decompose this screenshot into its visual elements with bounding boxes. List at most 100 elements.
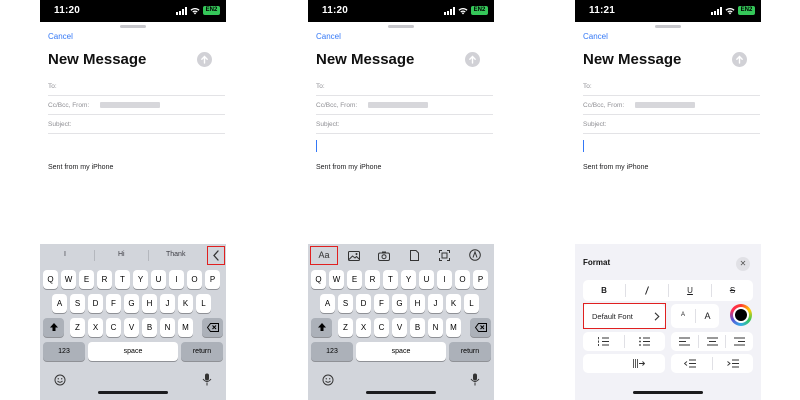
key-z[interactable]: Z (70, 318, 85, 337)
bold-button[interactable]: B (583, 286, 625, 295)
cancel-button[interactable]: Cancel (583, 32, 608, 41)
key-w[interactable]: W (61, 270, 76, 289)
cc-from-field[interactable]: Cc/Bcc, From: (583, 96, 760, 115)
key-g[interactable]: G (392, 294, 407, 313)
key-q[interactable]: Q (43, 270, 58, 289)
key-r[interactable]: R (97, 270, 112, 289)
subject-field[interactable]: Subject: (48, 115, 225, 134)
key-f[interactable]: F (106, 294, 121, 313)
key-n[interactable]: N (428, 318, 443, 337)
key-w[interactable]: W (329, 270, 344, 289)
key-u[interactable]: U (151, 270, 166, 289)
key-o[interactable]: O (455, 270, 470, 289)
cancel-button[interactable]: Cancel (316, 32, 341, 41)
key-r[interactable]: R (365, 270, 380, 289)
key-m[interactable]: M (178, 318, 193, 337)
subject-field[interactable]: Subject: (316, 115, 493, 134)
key-h[interactable]: H (410, 294, 425, 313)
key-f[interactable]: F (374, 294, 389, 313)
cancel-button[interactable]: Cancel (48, 32, 73, 41)
backspace-key[interactable] (470, 318, 491, 337)
space-key[interactable]: space (88, 342, 178, 361)
key-u[interactable]: U (419, 270, 434, 289)
return-key[interactable]: return (449, 342, 491, 361)
send-button[interactable] (732, 52, 747, 67)
sheet-grabber[interactable] (120, 25, 146, 28)
align-right-icon[interactable] (734, 337, 745, 346)
scan-icon[interactable] (439, 250, 450, 261)
key-h[interactable]: H (142, 294, 157, 313)
key-t[interactable]: T (115, 270, 130, 289)
key-m[interactable]: M (446, 318, 461, 337)
emoji-icon[interactable] (322, 374, 334, 386)
key-b[interactable]: B (410, 318, 425, 337)
space-key[interactable]: space (356, 342, 446, 361)
send-button[interactable] (197, 52, 212, 67)
cc-from-field[interactable]: Cc/Bcc, From: (316, 96, 493, 115)
home-indicator[interactable] (633, 391, 703, 394)
key-p[interactable]: P (473, 270, 488, 289)
return-key[interactable]: return (181, 342, 223, 361)
send-button[interactable] (465, 52, 480, 67)
subject-field[interactable]: Subject: (583, 115, 760, 134)
bulleted-list-icon[interactable] (639, 337, 650, 346)
microphone-icon[interactable] (470, 373, 480, 386)
align-left-icon[interactable] (679, 337, 690, 346)
cc-from-field[interactable]: Cc/Bcc, From: (48, 96, 225, 115)
key-i[interactable]: I (169, 270, 184, 289)
key-d[interactable]: D (88, 294, 103, 313)
key-q[interactable]: Q (311, 270, 326, 289)
key-d[interactable]: D (356, 294, 371, 313)
home-indicator[interactable] (98, 391, 168, 394)
underline-button[interactable]: U (669, 286, 711, 295)
increase-font-size-button[interactable]: A (696, 311, 719, 321)
pen-icon[interactable] (469, 249, 481, 261)
key-y[interactable]: Y (401, 270, 416, 289)
suggestion-item[interactable]: Hi (118, 251, 125, 258)
sheet-grabber[interactable] (655, 25, 681, 28)
key-z[interactable]: Z (338, 318, 353, 337)
sheet-grabber[interactable] (388, 25, 414, 28)
key-n[interactable]: N (160, 318, 175, 337)
numbers-key[interactable]: 123 (311, 342, 353, 361)
key-a[interactable]: A (52, 294, 67, 313)
to-field[interactable]: To: (48, 77, 225, 96)
key-x[interactable]: X (88, 318, 103, 337)
emoji-icon[interactable] (54, 374, 66, 386)
key-j[interactable]: J (428, 294, 443, 313)
key-s[interactable]: S (338, 294, 353, 313)
to-field[interactable]: To: (583, 77, 760, 96)
color-picker-button[interactable] (730, 304, 752, 326)
key-k[interactable]: K (446, 294, 461, 313)
key-e[interactable]: E (79, 270, 94, 289)
key-c[interactable]: C (374, 318, 389, 337)
key-l[interactable]: L (196, 294, 211, 313)
key-b[interactable]: B (142, 318, 157, 337)
shift-key[interactable] (43, 318, 64, 337)
suggestion-item[interactable]: Thank (166, 251, 185, 258)
increase-indent-icon[interactable] (727, 359, 739, 368)
key-x[interactable]: X (356, 318, 371, 337)
key-i[interactable]: I (437, 270, 452, 289)
block-quote-icon[interactable] (633, 359, 645, 368)
image-icon[interactable] (348, 251, 360, 261)
key-v[interactable]: V (124, 318, 139, 337)
to-field[interactable]: To: (316, 77, 493, 96)
close-button[interactable]: ✕ (736, 257, 750, 271)
key-a[interactable]: A (320, 294, 335, 313)
key-v[interactable]: V (392, 318, 407, 337)
align-center-icon[interactable] (707, 337, 718, 346)
key-e[interactable]: E (347, 270, 362, 289)
microphone-icon[interactable] (202, 373, 212, 386)
italic-button[interactable] (626, 286, 668, 297)
key-l[interactable]: L (464, 294, 479, 313)
key-p[interactable]: P (205, 270, 220, 289)
document-icon[interactable] (410, 250, 419, 261)
key-t[interactable]: T (383, 270, 398, 289)
strikethrough-button[interactable]: S (712, 286, 753, 295)
decrease-indent-icon[interactable] (684, 359, 696, 368)
key-c[interactable]: C (106, 318, 121, 337)
numbered-list-icon[interactable] (598, 337, 609, 346)
key-o[interactable]: O (187, 270, 202, 289)
decrease-font-size-button[interactable]: A (671, 312, 695, 318)
